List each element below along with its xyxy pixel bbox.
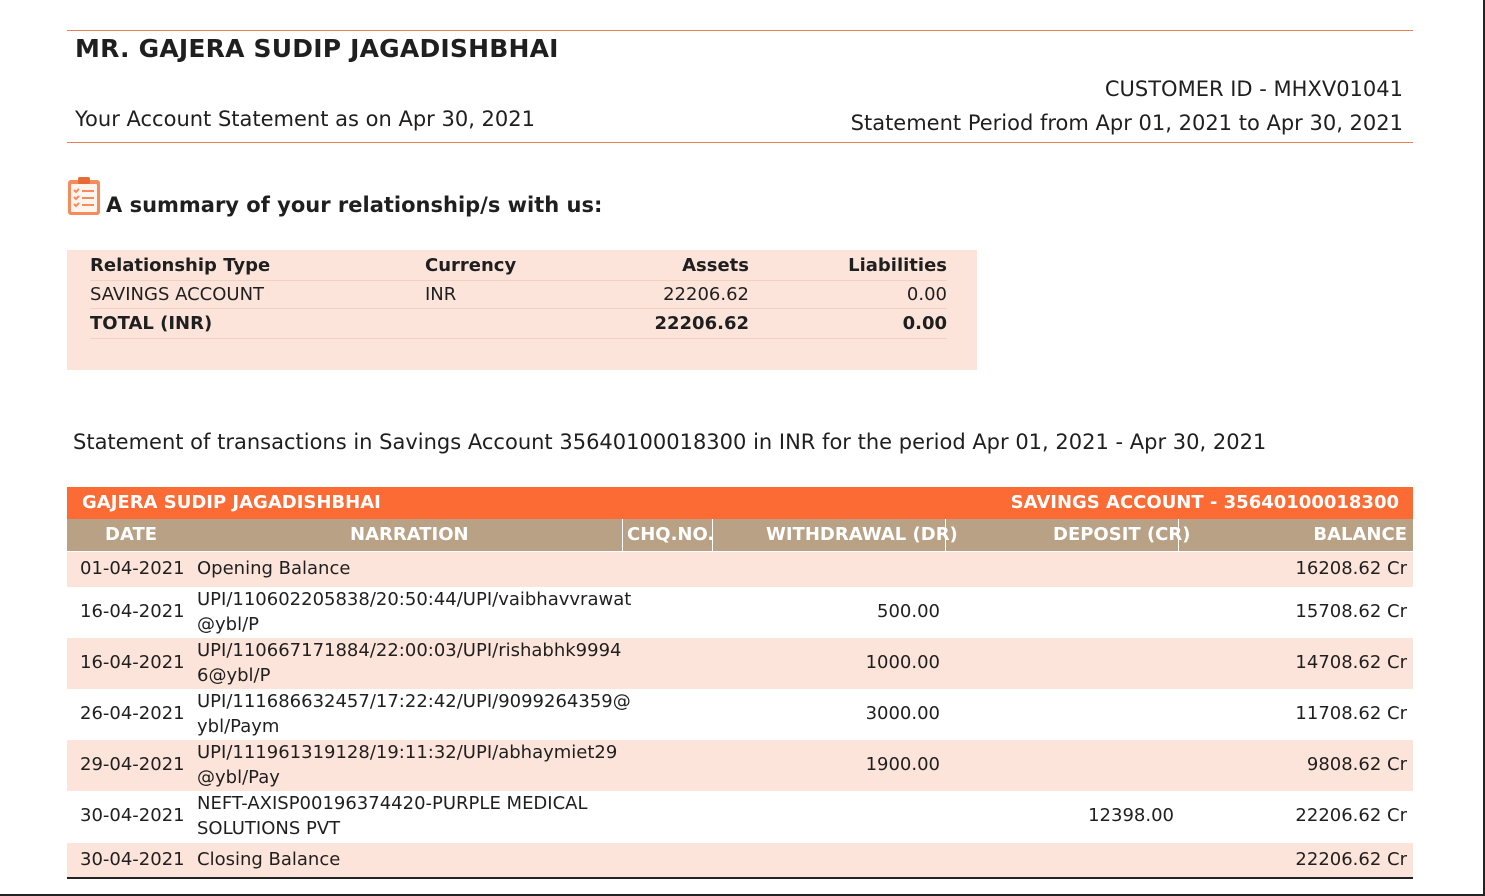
transaction-narration: UPI/110667171884/22:00:03/UPI/rishabhk99… xyxy=(197,638,622,688)
clipboard-checklist-icon xyxy=(68,177,100,215)
summary-total-assets: 22206.62 xyxy=(654,313,749,334)
col-narration: NARRATION xyxy=(350,524,469,545)
transaction-row: 30-04-2021 NEFT-AXISP00196374420-PURPLE M… xyxy=(67,791,1413,843)
customer-name: MR. GAJERA SUDIP JAGADISHBHAI xyxy=(75,34,559,63)
summary-cell-liabilities: 0.00 xyxy=(906,284,947,305)
summary-title: A summary of your relationship/s with us… xyxy=(106,193,603,217)
summary-col-assets: Assets xyxy=(682,255,749,276)
narration-line: UPI/111961319128/19:11:32/UPI/abhaymiet2… xyxy=(197,742,618,763)
top-divider xyxy=(67,30,1413,31)
transaction-balance: 14708.62 Cr xyxy=(1295,652,1407,673)
transaction-balance: 22206.62 Cr xyxy=(1295,849,1407,870)
transaction-balance: 9808.62 Cr xyxy=(1306,754,1407,775)
transaction-withdrawal: 1900.00 xyxy=(865,754,940,775)
summary-divider xyxy=(90,338,947,339)
col-chq: CHQ.NO. xyxy=(627,524,715,545)
narration-line: 6@ybl/P xyxy=(197,665,271,686)
transaction-date: 16-04-2021 xyxy=(80,652,185,673)
col-withdrawal: WITHDRAWAL (DR) xyxy=(766,524,958,545)
transaction-row: 16-04-2021 UPI/110602205838/20:50:44/UPI/… xyxy=(67,587,1413,638)
narration-line: @ybl/P xyxy=(197,614,259,635)
transaction-balance: 22206.62 Cr xyxy=(1295,805,1407,826)
statement-page: MR. GAJERA SUDIP JAGADISHBHAI CUSTOMER I… xyxy=(0,0,1485,896)
customer-id: CUSTOMER ID - MHXV01041 xyxy=(1104,77,1403,101)
column-separator xyxy=(622,519,623,551)
narration-line: Opening Balance xyxy=(197,558,351,579)
summary-divider xyxy=(90,280,947,281)
transaction-narration: Closing Balance xyxy=(197,847,340,872)
summary-col-liabilities: Liabilities xyxy=(848,255,947,276)
column-separator xyxy=(945,519,946,551)
summary-total-label: TOTAL (INR) xyxy=(90,313,213,334)
transaction-row: 26-04-2021 UPI/111686632457/17:22:42/UPI/… xyxy=(67,689,1413,740)
transaction-row: 29-04-2021 UPI/111961319128/19:11:32/UPI/… xyxy=(67,740,1413,791)
narration-line: UPI/110667171884/22:00:03/UPI/rishabhk99… xyxy=(197,640,622,661)
transaction-narration: UPI/110602205838/20:50:44/UPI/vaibhavvra… xyxy=(197,587,631,637)
transaction-balance: 16208.62 Cr xyxy=(1295,558,1407,579)
transaction-withdrawal: 3000.00 xyxy=(865,703,940,724)
summary-cell-assets: 22206.62 xyxy=(663,284,749,305)
transaction-date: 16-04-2021 xyxy=(80,601,185,622)
transaction-date: 01-04-2021 xyxy=(80,558,185,579)
summary-cell-currency: INR xyxy=(425,284,457,305)
narration-line: Closing Balance xyxy=(197,849,341,870)
statement-as-on: Your Account Statement as on Apr 30, 202… xyxy=(75,107,535,131)
transaction-balance: 11708.62 Cr xyxy=(1295,703,1407,724)
transaction-date: 30-04-2021 xyxy=(80,805,185,826)
narration-line: ybl/Paym xyxy=(197,716,280,737)
narration-line: UPI/111686632457/17:22:42/UPI/9099264359… xyxy=(197,691,631,712)
transactions-statement-line: Statement of transactions in Savings Acc… xyxy=(73,430,1267,454)
column-separator xyxy=(1178,519,1179,551)
transaction-narration: UPI/111961319128/19:11:32/UPI/abhaymiet2… xyxy=(197,740,617,790)
transaction-row: 01-04-2021 Opening Balance 16208.62 Cr xyxy=(67,552,1413,587)
transaction-balance: 15708.62 Cr xyxy=(1295,601,1407,622)
summary-col-type: Relationship Type xyxy=(90,255,271,276)
transaction-row: 30-04-2021 Closing Balance 22206.62 Cr xyxy=(67,843,1413,877)
narration-line: SOLUTIONS PVT xyxy=(197,818,341,839)
transaction-withdrawal: 1000.00 xyxy=(865,652,940,673)
col-balance: BALANCE xyxy=(1313,524,1407,545)
transaction-deposit: 12398.00 xyxy=(1088,805,1174,826)
narration-line: NEFT-AXISP00196374420-PURPLE MEDICAL xyxy=(197,793,588,814)
narration-line: UPI/110602205838/20:50:44/UPI/vaibhavvra… xyxy=(197,589,632,610)
summary-table: Relationship Type Currency Assets Liabil… xyxy=(67,250,977,370)
col-deposit: DEPOSIT (CR) xyxy=(1053,524,1191,545)
summary-total-liabilities: 0.00 xyxy=(902,313,947,334)
transaction-narration: Opening Balance xyxy=(197,556,350,581)
transaction-date: 29-04-2021 xyxy=(80,754,185,775)
summary-col-currency: Currency xyxy=(425,255,517,276)
column-separator xyxy=(712,519,713,551)
transactions-column-header: DATE NARRATION CHQ.NO. WITHDRAWAL (DR) D… xyxy=(67,519,1413,551)
transactions-title-bar: GAJERA SUDIP JAGADISHBHAI SAVINGS ACCOUN… xyxy=(67,487,1413,519)
summary-divider xyxy=(90,308,947,309)
transaction-date: 26-04-2021 xyxy=(80,703,185,724)
transaction-narration: UPI/111686632457/17:22:42/UPI/9099264359… xyxy=(197,689,631,739)
transaction-narration: NEFT-AXISP00196374420-PURPLE MEDICAL SOLU… xyxy=(197,791,588,841)
transaction-date: 30-04-2021 xyxy=(80,849,185,870)
table-bottom-border xyxy=(67,877,1413,879)
account-number: SAVINGS ACCOUNT - 35640100018300 xyxy=(1010,492,1399,513)
transaction-withdrawal: 500.00 xyxy=(877,601,940,622)
account-holder: GAJERA SUDIP JAGADISHBHAI xyxy=(82,492,381,513)
statement-period: Statement Period from Apr 01, 2021 to Ap… xyxy=(850,111,1403,135)
summary-cell-type: SAVINGS ACCOUNT xyxy=(90,284,265,305)
col-date: DATE xyxy=(105,524,158,545)
transaction-row: 16-04-2021 UPI/110667171884/22:00:03/UPI/… xyxy=(67,638,1413,689)
header-divider xyxy=(67,142,1413,143)
summary-row: SAVINGS ACCOUNT INR 22206.62 0.00 xyxy=(90,284,947,314)
narration-line: @ybl/Pay xyxy=(197,767,280,788)
